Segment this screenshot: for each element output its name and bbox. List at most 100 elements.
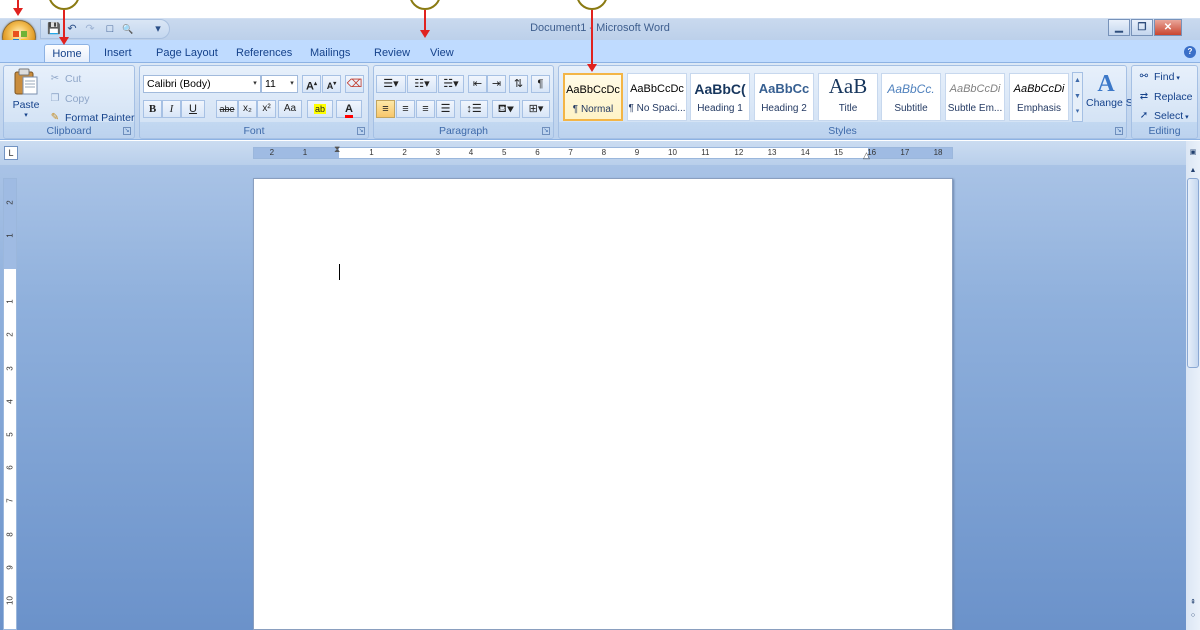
previous-page-icon[interactable]: ⇞ (1187, 597, 1199, 609)
gallery-more-icon[interactable]: ▾ (1073, 105, 1082, 119)
vertical-ruler-tick-label: 8 (5, 531, 15, 537)
font-name-dropdown-icon[interactable]: ▾ (250, 76, 260, 92)
grow-font-button[interactable]: A▴ (302, 75, 321, 93)
tab-insert[interactable]: Insert (96, 44, 140, 63)
ruler-tick-label: 1 (302, 148, 308, 157)
style-emphasis[interactable]: AaBbCcDi Emphasis (1009, 73, 1069, 121)
replace-icon: ⇄ (1139, 91, 1149, 102)
font-launcher-icon[interactable]: ↘ (357, 127, 365, 135)
cut-button[interactable]: ✂ Cut (48, 72, 82, 86)
tab-references[interactable]: References (228, 44, 300, 63)
style-subtitle-sample: AaBbCc. (887, 82, 935, 96)
numbering-button[interactable]: ☷▾ (407, 75, 437, 93)
style-title[interactable]: AaB Title (818, 73, 878, 121)
decrease-indent-icon: ⇤ (472, 78, 483, 90)
tab-review[interactable]: Review (366, 44, 418, 63)
shrink-font-button[interactable]: A▾ (322, 75, 341, 93)
style-heading-1[interactable]: AaBbC( Heading 1 (690, 73, 750, 121)
copy-button[interactable]: ❐ Copy (48, 92, 90, 106)
font-size-dropdown-icon[interactable]: ▾ (287, 76, 297, 92)
change-case-button[interactable]: Aa (278, 100, 302, 118)
style-normal-label: ¶ Normal (572, 104, 614, 115)
replace-button[interactable]: ⇄ Replace (1137, 90, 1193, 104)
paste-button[interactable]: Paste ▾ (8, 68, 44, 122)
view-ruler-icon[interactable]: ▣ (1187, 147, 1199, 159)
style-heading-2[interactable]: AaBbCc Heading 2 (754, 73, 814, 121)
highlight-button[interactable]: ab (307, 100, 333, 118)
font-color-button[interactable]: A (336, 100, 362, 118)
gallery-down-icon[interactable]: ▼ (1073, 89, 1082, 105)
tab-home[interactable]: Home (44, 44, 90, 63)
style-heading-1-sample: AaBbC( (694, 81, 746, 97)
justify-icon: ☰ (440, 103, 451, 115)
line-spacing-button[interactable]: ↕☰ (460, 100, 488, 118)
close-button[interactable]: ✕ (1154, 19, 1182, 36)
select-button[interactable]: ➚ Select ▾ (1137, 109, 1189, 123)
gallery-up-icon[interactable]: ▲ (1073, 73, 1082, 89)
strikethrough-button[interactable]: abe (216, 100, 238, 118)
paste-label: Paste (12, 99, 40, 111)
tab-view[interactable]: View (422, 44, 462, 63)
paste-dropdown-icon[interactable]: ▾ (8, 111, 44, 119)
cursor-arrow-icon: ➚ (1139, 110, 1149, 121)
style-no-spacing[interactable]: AaBbCcDc ¶ No Spaci... (627, 73, 687, 121)
tab-page-layout[interactable]: Page Layout (148, 44, 226, 63)
tab-selector-icon[interactable]: L (4, 146, 18, 160)
first-line-indent-marker[interactable]: ⧗ (334, 144, 340, 155)
bold-button[interactable]: B (143, 100, 162, 118)
help-icon[interactable]: ? (1184, 46, 1196, 58)
minimize-button[interactable]: ▁ (1108, 19, 1130, 36)
superscript-button[interactable]: x² (257, 100, 276, 118)
borders-button[interactable]: ⊞▾ (522, 100, 550, 118)
bullets-button[interactable]: ☰▾ (376, 75, 406, 93)
paint-bucket-icon: ⛾▾ (497, 103, 515, 115)
style-subtle-emphasis[interactable]: AaBbCcDi Subtle Em... (945, 73, 1005, 121)
vertical-ruler[interactable]: 2 1 1 2 3 4 5 6 7 8 9 10 (3, 178, 17, 630)
underline-button[interactable]: U (181, 100, 205, 118)
font-size-combo[interactable]: 11 ▾ (261, 75, 298, 93)
scroll-up-icon[interactable]: ▲ (1187, 165, 1199, 177)
align-right-button[interactable]: ≡ (416, 100, 435, 118)
subscript-button[interactable]: x₂ (238, 100, 257, 118)
styles-launcher-icon[interactable]: ↘ (1115, 127, 1123, 135)
tab-mailings[interactable]: Mailings (302, 44, 358, 63)
highlighter-icon: ab (313, 104, 326, 114)
callout-arrow-2 (59, 37, 69, 45)
multilevel-list-button[interactable]: ☵▾ (438, 75, 464, 93)
justify-button[interactable]: ☰ (436, 100, 455, 118)
increase-indent-button[interactable]: ⇥ (487, 75, 506, 93)
format-painter-button[interactable]: ✎ Format Painter (48, 111, 135, 125)
style-normal[interactable]: AaBbCcDc ¶ Normal (563, 73, 623, 121)
callout-arrow-1 (13, 8, 23, 16)
callout-pointer-3 (424, 10, 426, 30)
font-name-combo[interactable]: Calibri (Body) ▾ (143, 75, 261, 93)
paragraph-group-label: Paragraph (438, 125, 489, 137)
scrollbar-thumb[interactable] (1187, 178, 1199, 368)
style-subtitle[interactable]: AaBbCc. Subtitle (881, 73, 941, 121)
replace-label: Replace (1154, 90, 1193, 103)
sort-button[interactable]: ⇅ (509, 75, 528, 93)
right-indent-marker[interactable]: △ (863, 150, 870, 161)
change-styles-button[interactable]: A Change Styles (1086, 70, 1154, 109)
restore-button[interactable]: ❐ (1131, 19, 1153, 36)
clear-formatting-button[interactable]: ⌫ (345, 75, 364, 93)
style-title-label: Title (838, 103, 858, 114)
paragraph-launcher-icon[interactable]: ↘ (542, 127, 550, 135)
decrease-indent-button[interactable]: ⇤ (468, 75, 487, 93)
align-left-button[interactable]: ≡ (376, 100, 395, 118)
ruler-tick-label: 13 (767, 148, 777, 157)
align-center-button[interactable]: ≡ (396, 100, 415, 118)
italic-button[interactable]: I (162, 100, 181, 118)
select-browse-object-icon[interactable]: ○ (1187, 610, 1199, 622)
font-group: Calibri (Body) ▾ 11 ▾ A▴ A▾ ⌫ B I U abe x₂… (139, 65, 369, 139)
shading-button[interactable]: ⛾▾ (492, 100, 520, 118)
horizontal-ruler[interactable]: 2 1 1 2 3 4 5 6 7 8 9 10 11 12 13 14 15 16 17 18 ⧗ △ (253, 144, 953, 161)
vertical-ruler-tick-label: 3 (5, 365, 15, 371)
show-formatting-marks-button[interactable]: ¶ (531, 75, 550, 93)
change-styles-icon: A (1097, 71, 1115, 97)
document-page[interactable] (253, 178, 953, 630)
numbering-icon: ☷▾ (414, 78, 430, 90)
font-color-icon: A (345, 103, 353, 118)
clipboard-launcher-icon[interactable]: ↘ (123, 127, 131, 135)
find-button[interactable]: ⚯ Find ▾ (1137, 70, 1180, 84)
